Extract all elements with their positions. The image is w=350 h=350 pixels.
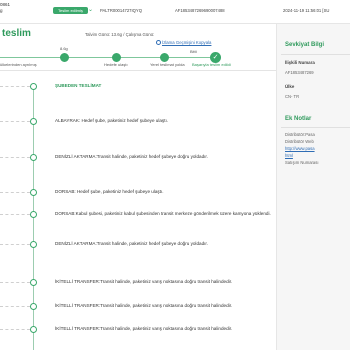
timeline-connector [0,329,30,330]
shipment-info-panel: Sevkiyat Bilgi İlişkili Numara AF1853487… [276,24,350,350]
top-bar: 0861 g Teslim edilmiş ⌄ PALTR00014727IQY… [0,0,350,24]
distributor-link-suffix[interactable]: html [285,153,293,158]
barcode-number: AF1853487269690007488 [175,8,225,13]
page-title: teslim [2,28,31,39]
distributor-name: Distribütör:Pasa [285,132,315,137]
order-id-line-2: g [0,8,3,13]
progress-node-arrived [112,53,121,62]
last-update-datetime: 2024-11-19 11:56:01 [SU [283,8,330,13]
event-text: DENİZLİ AKTARMA:Transit halinde, paketin… [55,241,208,246]
step-label-arrived: Hedefe ulaştı [104,62,128,67]
copy-icon[interactable] [156,40,161,45]
event-text: DENİZLİ AKTARMA:Transit halinde, paketin… [55,154,208,159]
timeline-node [30,326,37,333]
step-duration: 8.6g [60,46,68,51]
notes-title: Ek Notlar [285,116,312,122]
timeline-connector [0,244,30,245]
panel-divider [281,54,350,55]
timeline-line [33,86,34,350]
progress-node-local [160,53,169,62]
country-label: Ülke [285,84,295,89]
panel-divider [281,127,350,128]
timeline-node [30,154,37,161]
step-label-departed: ülkelerinden ayrılmış [0,62,37,67]
section-divider [0,70,276,71]
event-text: İKİTELLİ TRANSFER:Transit halinde, paket… [55,303,233,308]
timeline-node [30,303,37,310]
event-text: İKİTELLİ TRANSFER:Transit halinde, paket… [55,279,233,284]
timeline-node [30,189,37,196]
transit-days-info: Talvim Günü: 13.6g / Çalışma Günü: [85,32,155,37]
timeline-connector [0,192,30,193]
delivered-badge: Teslim edilmiş [53,7,88,14]
timeline-connector [0,121,30,122]
timeline-node [30,279,37,286]
timeline-connector [0,214,30,215]
country-value: CN- TR [285,94,300,99]
copy-history-link[interactable]: İzlama Geçmişini Kopyala [162,40,211,45]
timeline-connector [0,86,30,87]
chevron-down-icon[interactable]: ⌄ [88,6,93,13]
timeline-node [30,211,37,218]
timeline-node [30,83,37,90]
timeline-connector [0,157,30,158]
progress-node-departed [60,53,69,62]
distributor-web-label: Distribütör Web [285,139,314,144]
tracking-code: PALTR00014727IQYQ [100,8,142,13]
final-step-date: Bitti [190,49,197,54]
timeline-node [30,241,37,248]
order-id: 0861 g [0,2,10,14]
timeline-connector [0,306,30,307]
step-label-delivered: Başarıyla teslim edildi [192,62,231,67]
event-text: DORSAB:Kabul şubesi, paketiniz kabul şub… [55,211,271,216]
shipment-info-title: Sevkiyat Bilgi [285,42,325,48]
event-text: DORSAB: Hedef şube, paketiniz hedef şube… [55,189,164,194]
event-text: ALBAYRAK: Hedef şube, paketiniz hedef şu… [55,118,169,123]
sales-number-label: Satışım Numarası [285,160,319,165]
step-label-local: Yerel teslimat yolda [150,62,185,67]
tracking-value: AF1853487269 [285,70,314,75]
progress-track [0,57,216,59]
timeline-connector [0,282,30,283]
timeline-node [30,118,37,125]
event-text: İKİTELLİ TRANSFER:Transit halinde, paket… [55,326,233,331]
tracking-label: İlişkili Numara [285,60,315,65]
event-text: ŞUBEDEN TESLİMAT [55,83,102,88]
distributor-link[interactable]: http://www.pasa [285,146,315,151]
